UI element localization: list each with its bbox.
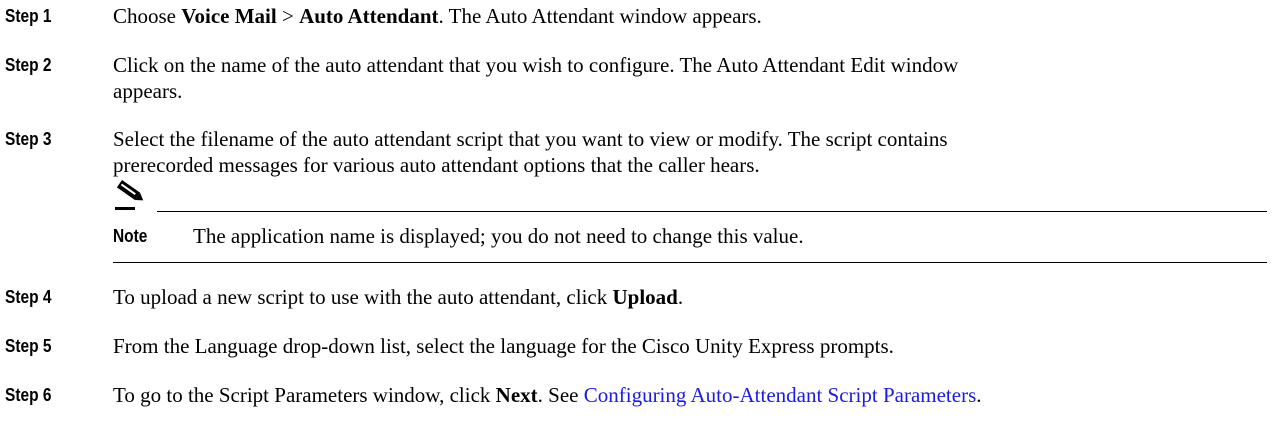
note-bottom-rule bbox=[113, 262, 1267, 263]
step-text-line: Choose Voice Mail > Auto Attendant. The … bbox=[113, 3, 1273, 29]
step-text-line: To go to the Script Parameters window, c… bbox=[113, 382, 1273, 408]
step-text-run: Choose bbox=[113, 4, 182, 28]
step-text-run: . bbox=[677, 285, 684, 309]
step-text-run: appears. bbox=[113, 79, 183, 103]
ui-term: Voice Mail bbox=[181, 4, 277, 28]
step-text-line: To upload a new script to use with the a… bbox=[113, 284, 1273, 310]
step-4-text: To upload a new script to use with the a… bbox=[113, 284, 1273, 310]
step-text-run: prerecorded messages for various auto at… bbox=[113, 153, 760, 177]
cross-reference-link[interactable]: Configuring Auto-Attendant Script Parame… bbox=[584, 383, 977, 407]
step-5-label: Step 5 bbox=[5, 336, 52, 356]
step-2-text: Click on the name of the auto attendant … bbox=[113, 52, 1273, 104]
step-text-line: appears. bbox=[113, 78, 1273, 104]
step-1-label: Step 1 bbox=[5, 6, 52, 26]
step-4-label: Step 4 bbox=[5, 287, 52, 307]
step-text-run: To go to the Script Parameters window, c… bbox=[113, 383, 496, 407]
step-text-run: . bbox=[976, 383, 982, 407]
step-text-line: Select the filename of the auto attendan… bbox=[113, 126, 1273, 152]
step-1-text: Choose Voice Mail > Auto Attendant. The … bbox=[113, 3, 1273, 29]
pencil-note-icon bbox=[115, 180, 144, 210]
step-6-text: To go to the Script Parameters window, c… bbox=[113, 382, 1273, 408]
step-2-label: Step 2 bbox=[5, 55, 52, 75]
step-text-run: Click on the name of the auto attendant … bbox=[113, 53, 959, 77]
step-5-text: From the Language drop-down list, select… bbox=[113, 333, 1273, 359]
note-top-rule bbox=[157, 211, 1267, 212]
step-text-run: To upload a new script to use with the a… bbox=[113, 285, 613, 309]
ui-term: Upload bbox=[612, 285, 678, 309]
step-text-run: > bbox=[276, 4, 300, 28]
note-text: The application name is displayed; you d… bbox=[193, 224, 804, 248]
ui-term: Auto Attendant bbox=[299, 4, 439, 28]
note-label: Note bbox=[113, 226, 148, 246]
step-3-label: Step 3 bbox=[5, 129, 52, 149]
step-text-line: From the Language drop-down list, select… bbox=[113, 333, 1273, 359]
step-text-run: From the Language drop-down list, select… bbox=[113, 334, 894, 358]
step-text-run: . The Auto Attendant window appears. bbox=[438, 4, 762, 28]
ui-term: Next bbox=[495, 383, 538, 407]
step-6-label: Step 6 bbox=[5, 385, 52, 405]
step-3-text: Select the filename of the auto attendan… bbox=[113, 126, 1273, 178]
step-text-run: Select the filename of the auto attendan… bbox=[113, 127, 948, 151]
step-text-line: prerecorded messages for various auto at… bbox=[113, 152, 1273, 178]
step-text-line: Click on the name of the auto attendant … bbox=[113, 52, 1273, 78]
step-text-run: . See bbox=[537, 383, 584, 407]
